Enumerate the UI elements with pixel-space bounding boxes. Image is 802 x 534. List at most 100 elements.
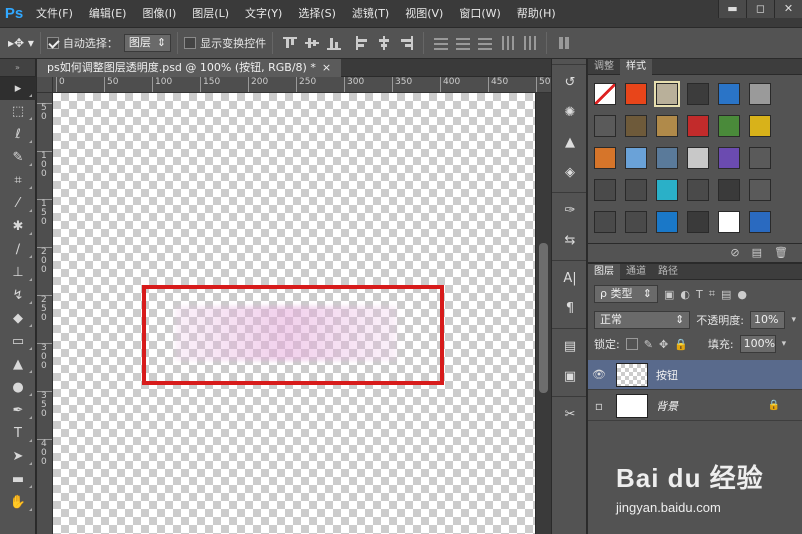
ruler-origin[interactable] xyxy=(37,77,53,93)
menu-select[interactable]: 选择(S) xyxy=(290,0,344,27)
align-top-icon[interactable] xyxy=(283,36,298,50)
show-transform-checkbox[interactable] xyxy=(184,37,197,49)
brush-tool-icon[interactable]: ∕ xyxy=(0,238,36,261)
style-swatch[interactable] xyxy=(749,115,771,137)
actions-icon[interactable]: ✺ xyxy=(552,97,588,127)
visibility-toggle[interactable]: ▫ xyxy=(588,399,610,413)
adjust-icon[interactable]: ⇆ xyxy=(552,225,588,255)
style-swatch[interactable] xyxy=(718,147,740,169)
distribute-vcenter-icon[interactable] xyxy=(456,36,471,50)
menu-filter[interactable]: 滤镜(T) xyxy=(344,0,397,27)
style-swatch[interactable] xyxy=(625,179,647,201)
style-swatch[interactable] xyxy=(656,147,678,169)
align-hcenter-icon[interactable] xyxy=(377,36,391,50)
shape-tool-icon[interactable]: ▬ xyxy=(0,468,36,491)
style-swatch[interactable] xyxy=(594,115,616,137)
style-swatch[interactable] xyxy=(656,211,678,233)
strip-grip[interactable] xyxy=(552,59,586,65)
style-swatch[interactable] xyxy=(749,211,771,233)
auto-select-checkbox[interactable] xyxy=(46,37,59,49)
distribute-hcenter-icon[interactable] xyxy=(522,36,537,50)
history-icon[interactable]: ↺ xyxy=(552,67,588,97)
menu-edit[interactable]: 编辑(E) xyxy=(81,0,135,27)
lock-transparent-icon[interactable] xyxy=(625,338,638,350)
tab-styles[interactable]: 样式 xyxy=(620,59,652,75)
style-swatch[interactable] xyxy=(625,211,647,233)
filter-smart-icon[interactable]: ▤ xyxy=(721,288,731,301)
menu-view[interactable]: 视图(V) xyxy=(397,0,451,27)
fill-input[interactable]: 100% xyxy=(739,335,776,353)
panel-grip[interactable]: » xyxy=(0,59,35,77)
style-swatch[interactable] xyxy=(718,83,740,105)
path-select-icon[interactable]: ➤ xyxy=(0,445,36,468)
lock-all-icon[interactable]: 🔒 xyxy=(674,338,688,351)
style-swatch[interactable] xyxy=(749,179,771,201)
hand-tool-icon[interactable]: ✋ xyxy=(0,491,36,514)
distribute-left-icon[interactable] xyxy=(500,36,515,50)
filter-toggle-icon[interactable]: ● xyxy=(737,288,747,301)
3d-icon[interactable]: ◈ xyxy=(552,157,588,187)
distribute-bottom-icon[interactable] xyxy=(478,36,493,50)
menu-file[interactable]: 文件(F) xyxy=(28,0,81,27)
filter-type-icon[interactable]: T xyxy=(696,288,703,301)
new-style-icon[interactable]: ▤ xyxy=(752,246,762,259)
menu-help[interactable]: 帮助(H) xyxy=(509,0,564,27)
style-swatch[interactable] xyxy=(687,83,709,105)
style-swatch[interactable] xyxy=(687,211,709,233)
auto-align-icon[interactable] xyxy=(557,36,571,50)
style-swatch[interactable] xyxy=(594,147,616,169)
gradient-tool-icon[interactable]: ▭ xyxy=(0,330,36,353)
marquee-tool-icon[interactable]: ⬚ xyxy=(0,100,36,123)
close-tab-icon[interactable]: × xyxy=(322,59,331,77)
layer-row[interactable]: 👁 按钮 xyxy=(588,360,802,390)
fill-slider-chevron-icon[interactable]: ▾ xyxy=(782,339,787,349)
lasso-tool-icon[interactable]: ℓ xyxy=(0,123,36,146)
tab-paths[interactable]: 路径 xyxy=(652,264,684,280)
style-swatch[interactable] xyxy=(625,115,647,137)
filter-pixel-icon[interactable]: ▣ xyxy=(664,288,674,301)
style-swatch[interactable] xyxy=(718,115,740,137)
style-swatch[interactable] xyxy=(687,147,709,169)
style-swatch[interactable] xyxy=(594,179,616,201)
menu-window[interactable]: 窗口(W) xyxy=(451,0,508,27)
style-swatch[interactable] xyxy=(625,147,647,169)
type-tool-icon[interactable]: T xyxy=(0,422,36,445)
layer-filter-kind-dropdown[interactable]: ρ 类型 ⇕ xyxy=(594,285,658,303)
style-swatch[interactable] xyxy=(749,147,771,169)
layer-thumbnail[interactable] xyxy=(616,393,648,418)
history-brush-icon[interactable]: ↯ xyxy=(0,284,36,307)
histogram-icon[interactable]: ▲ xyxy=(552,127,588,157)
maximize-button[interactable]: ◻ xyxy=(746,0,774,18)
style-swatch[interactable] xyxy=(656,179,678,201)
quick-select-tool-icon[interactable]: ✎ xyxy=(0,146,36,169)
tools-icon[interactable]: ✂ xyxy=(552,399,588,429)
horizontal-ruler[interactable]: 0 50 100 150 200 250 300 350 400 450 500 xyxy=(53,77,551,93)
healing-brush-icon[interactable]: ✱ xyxy=(0,215,36,238)
layer-name[interactable]: 背景 xyxy=(656,398,678,414)
crop-tool-icon[interactable]: ⌗ xyxy=(0,169,36,192)
blend-mode-dropdown[interactable]: 正常 ⇕ xyxy=(594,311,691,329)
align-left-icon[interactable] xyxy=(355,36,369,50)
tab-channels[interactable]: 通道 xyxy=(620,264,652,280)
dodge-tool-icon[interactable]: ● xyxy=(0,376,36,399)
style-swatch[interactable] xyxy=(687,115,709,137)
tab-adjustments[interactable]: 调整 xyxy=(588,59,620,75)
style-swatch[interactable] xyxy=(654,81,680,107)
style-swatch[interactable] xyxy=(656,115,678,137)
opacity-input[interactable]: 10% xyxy=(750,311,786,329)
opacity-slider-chevron-icon[interactable]: ▾ xyxy=(791,315,796,325)
delete-style-icon[interactable]: 🗑 xyxy=(774,246,788,259)
move-tool-preset-icon[interactable]: ▸✥ ▾ xyxy=(8,36,34,50)
lock-paint-icon[interactable]: ✎ xyxy=(644,338,653,351)
info-icon[interactable]: ▣ xyxy=(552,361,588,391)
paragraph-icon[interactable]: ¶ xyxy=(552,293,588,323)
menu-image[interactable]: 图像(I) xyxy=(134,0,184,27)
canvas-area[interactable] xyxy=(53,93,535,534)
close-button[interactable]: ✕ xyxy=(774,0,802,18)
tab-layers[interactable]: 图层 xyxy=(588,264,620,280)
clear-style-icon[interactable]: ⊘ xyxy=(730,246,739,259)
pen-tool-icon[interactable]: ✒ xyxy=(0,399,36,422)
blur-tool-icon[interactable]: ▲ xyxy=(0,353,36,376)
style-swatch[interactable] xyxy=(718,211,740,233)
minimize-button[interactable]: ▬ xyxy=(718,0,746,18)
